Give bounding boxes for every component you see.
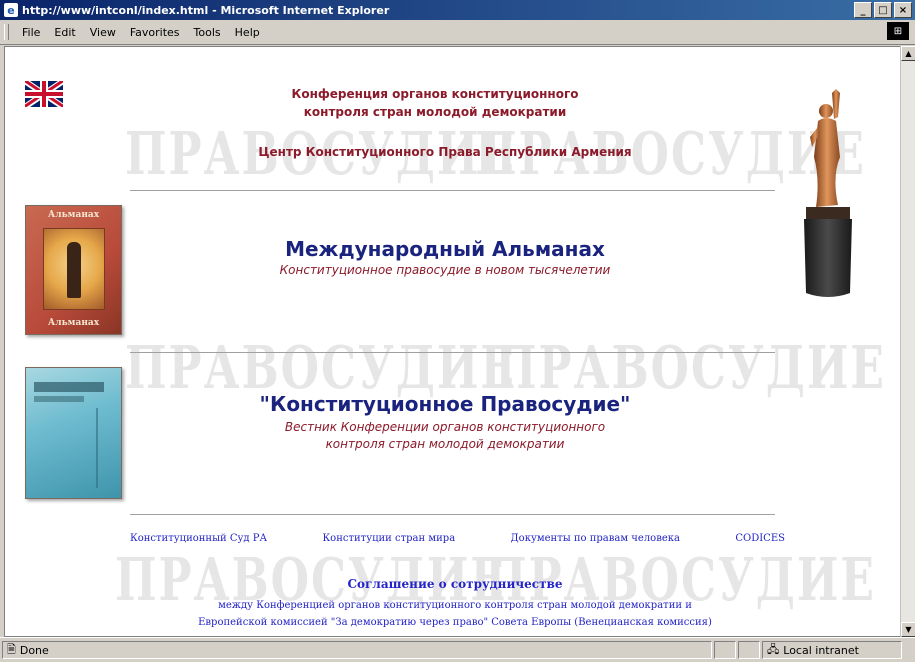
vertical-scrollbar[interactable]: ▲ ▼ — [900, 46, 915, 637]
menu-edit[interactable]: Edit — [47, 26, 82, 39]
divider — [130, 514, 775, 515]
divider — [130, 352, 775, 353]
toolbar-grip — [4, 24, 9, 40]
link-constitutions-world[interactable]: Конституции стран мира — [322, 533, 455, 544]
center-name-link[interactable]: Центр Конституционного Права Республики … — [185, 145, 705, 159]
link-human-rights-docs[interactable]: Документы по правам человека — [511, 533, 680, 544]
status-cell — [738, 641, 760, 659]
title-bar: e http://www/intconl/index.html - Micros… — [0, 0, 915, 20]
english-flag-icon[interactable] — [25, 81, 63, 107]
divider — [130, 190, 775, 191]
page-content: ПРАВОСУДИЕ ПРАВОСУДИЕ ПРАВОСУДИЕ ПРАВОСУ… — [4, 46, 901, 637]
menu-help[interactable]: Help — [228, 26, 267, 39]
agreement-line: между Конференцией органов конституционн… — [218, 600, 692, 611]
status-bar: 🗎 Done 🖧 Local intranet — [0, 637, 915, 662]
maximize-button[interactable]: □ — [874, 2, 892, 18]
agreement-line: Европейской комиссией "За демократию чер… — [198, 617, 712, 628]
zone-cell: 🖧 Local intranet — [762, 641, 902, 659]
status-text-cell: 🗎 Done — [2, 641, 712, 659]
journal-subtitle-line1: Вестник Конференции органов конституцион… — [284, 420, 606, 434]
menu-bar: File Edit View Favorites Tools Help ⊞ — [0, 20, 915, 45]
link-constitutional-court[interactable]: Конституционный Суд РА — [130, 533, 267, 544]
ie-icon: e — [4, 3, 18, 17]
almanac-subtitle: Конституционное правосудие в новом тысяч… — [279, 263, 611, 277]
status-cell — [714, 641, 736, 659]
journal-book-image[interactable] — [25, 367, 122, 499]
conference-title-line2: контроля стран молодой демократии — [303, 105, 567, 119]
minimize-button[interactable]: _ — [854, 2, 872, 18]
menu-favorites[interactable]: Favorites — [123, 26, 187, 39]
almanac-book-image[interactable]: Альманах Альманах — [25, 205, 122, 335]
journal-subtitle-line2: контроля стран молодой демократии — [325, 437, 565, 451]
close-button[interactable]: × — [894, 2, 912, 18]
book-cover-label: Альманах — [47, 210, 100, 220]
page-icon: 🗎 — [7, 642, 16, 656]
justice-statue-image — [804, 89, 852, 297]
journal-title-link[interactable]: "Конституционное Правосудие" — [165, 392, 725, 416]
menu-view[interactable]: View — [83, 26, 123, 39]
conference-title-line1: Конференция органов конституционного — [291, 87, 579, 101]
book-cover-label: Альманах — [47, 318, 100, 328]
agreement-description: между Конференцией органов конституционн… — [135, 597, 775, 631]
status-text: Done — [19, 643, 49, 657]
zone-text: Local intranet — [783, 643, 859, 657]
links-row: Конституционный Суд РА Конституции стран… — [130, 533, 785, 544]
menu-tools[interactable]: Tools — [187, 26, 228, 39]
scroll-down-button[interactable]: ▼ — [901, 622, 915, 637]
scroll-up-button[interactable]: ▲ — [901, 46, 915, 61]
menu-file[interactable]: File — [15, 26, 47, 39]
intranet-icon: 🖧 — [767, 642, 780, 656]
agreement-title-link[interactable]: Соглашение о сотрудничестве — [205, 577, 705, 591]
almanac-title-link[interactable]: Международный Альманах — [185, 237, 705, 261]
windows-logo-icon: ⊞ — [887, 22, 909, 40]
link-codices[interactable]: CODICES — [735, 533, 785, 544]
window-title: http://www/intconl/index.html - Microsof… — [22, 3, 390, 17]
